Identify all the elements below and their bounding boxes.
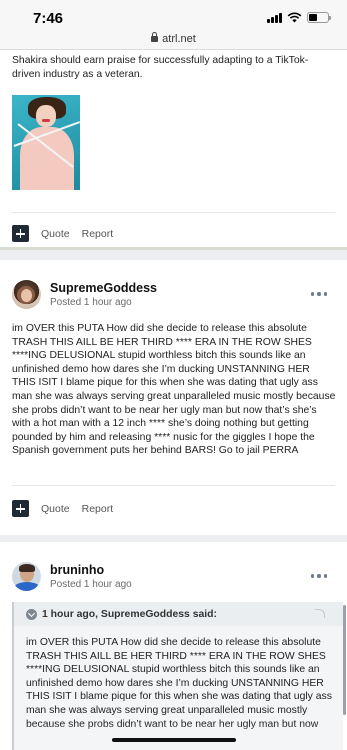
divider [12,212,335,213]
home-indicator[interactable] [112,738,236,742]
url-text: atrl.net [162,33,196,45]
post-card: bruninho Posted 1 hour ago 1 hour ago, S… [0,542,347,750]
more-options-icon[interactable] [310,574,327,578]
post-actions: Quote Report [12,225,113,242]
avatar[interactable] [12,562,41,591]
report-button[interactable]: Report [82,228,114,240]
quote-button[interactable]: Quote [41,503,70,515]
quote-button[interactable]: Quote [41,228,70,240]
avatar[interactable] [12,280,41,309]
post-image[interactable] [12,95,80,190]
url-bar[interactable]: atrl.net [0,32,347,45]
more-options-icon[interactable] [310,292,327,296]
signal-icon [267,12,282,23]
battery-icon [307,12,331,23]
top-bar: 7:46 atrl.net [0,0,347,50]
post-card: SupremeGoddess Posted 1 hour ago im OVER… [0,260,347,535]
post-actions: Quote Report [12,500,113,517]
add-reaction-button[interactable] [12,500,29,517]
quote-header[interactable]: 1 hour ago, SupremeGoddess said: [14,602,343,626]
author-name[interactable]: bruninho [50,563,132,577]
quote-block: 1 hour ago, SupremeGoddess said: im OVER… [12,602,343,750]
lock-icon [151,32,159,42]
status-time: 7:46 [33,10,64,27]
share-icon[interactable] [315,609,325,618]
post-card: Shakira should earn praise for successfu… [0,50,347,250]
post-timestamp[interactable]: Posted 1 hour ago [50,297,157,308]
fade-overlay [14,724,343,750]
add-reaction-button[interactable] [12,225,29,242]
post-header: SupremeGoddess Posted 1 hour ago [12,280,157,309]
post-timestamp[interactable]: Posted 1 hour ago [50,579,132,590]
wifi-icon [287,12,302,23]
author-name[interactable]: SupremeGoddess [50,281,157,295]
post-text: im OVER this PUTA How did she decide to … [12,323,336,457]
report-button[interactable]: Report [82,503,114,515]
scrollbar[interactable] [343,605,346,715]
divider [12,485,335,486]
post-text: Shakira should earn praise for successfu… [12,55,309,80]
quote-attribution: 1 hour ago, SupremeGoddess said: [42,608,217,620]
status-icons [267,12,331,23]
post-header: bruninho Posted 1 hour ago [12,562,132,591]
quoted-text: im OVER this PUTA How did she decide to … [26,637,332,730]
chevron-down-icon[interactable] [26,608,37,620]
